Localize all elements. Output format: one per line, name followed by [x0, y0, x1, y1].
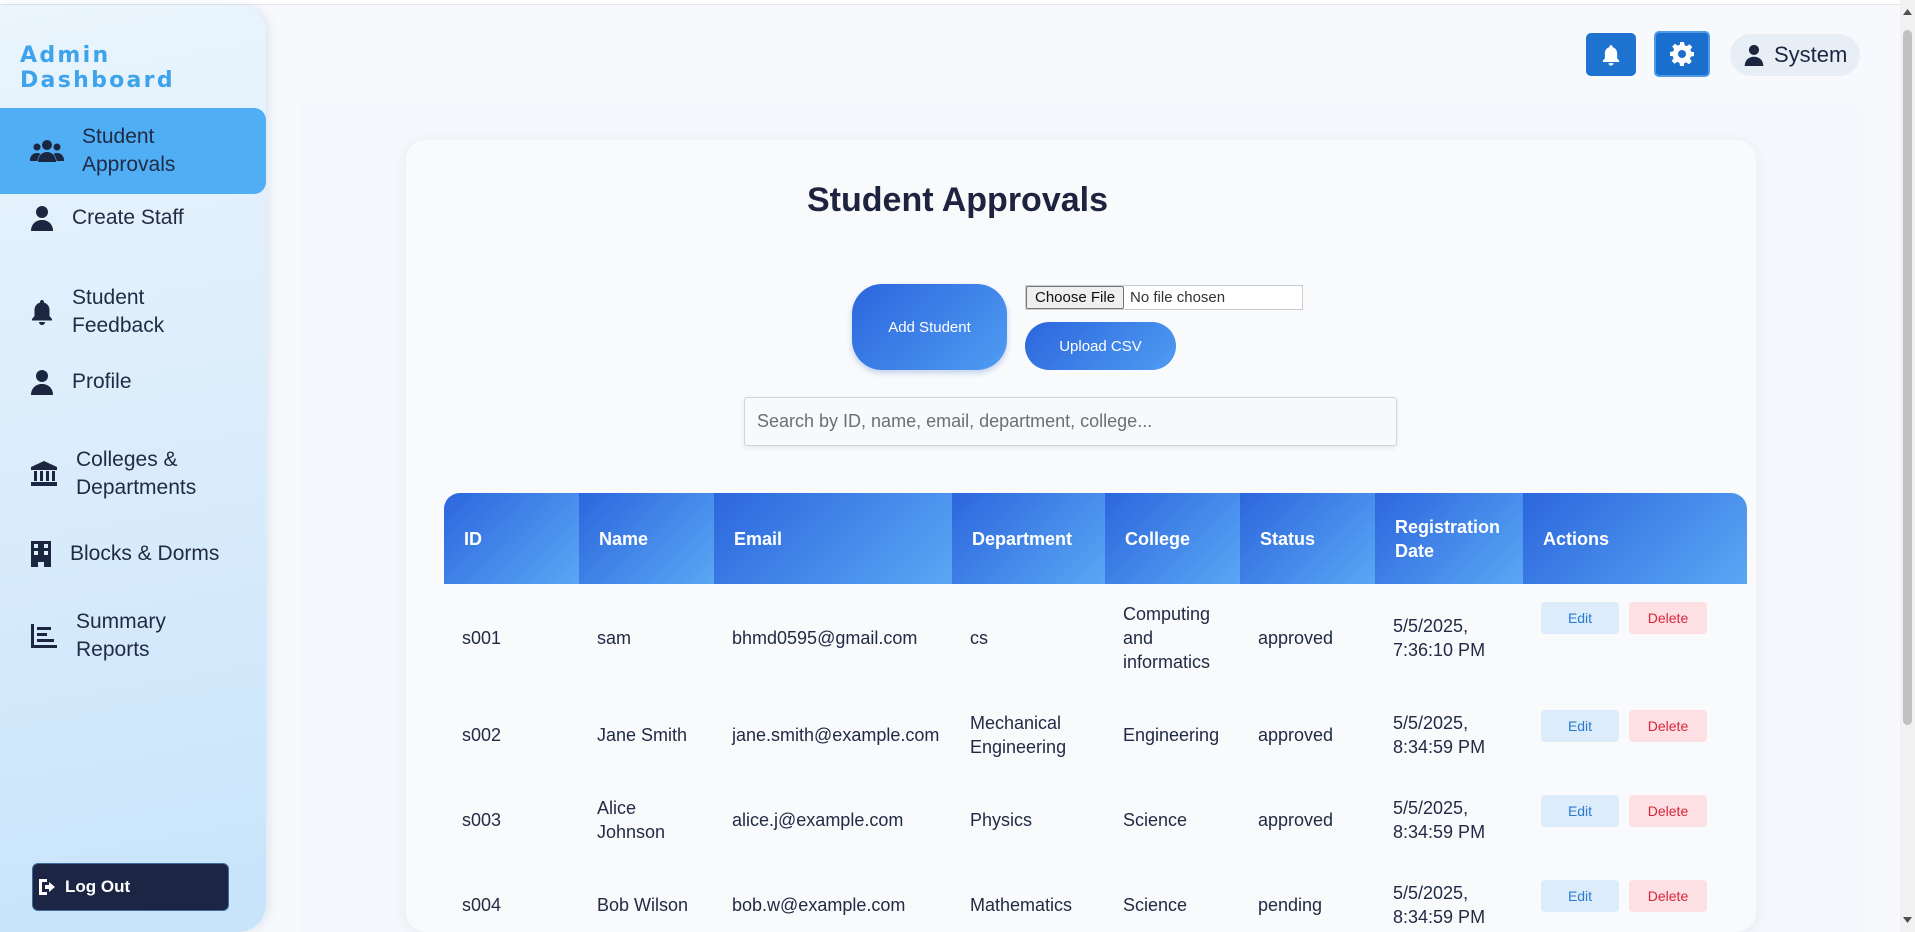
cell-actions: Edit Delete — [1523, 862, 1747, 932]
sidebar-item-label: Student Approvals — [82, 125, 176, 176]
cell-status: approved — [1258, 809, 1334, 830]
sidebar-item-summary-reports[interactable]: Summary Reports — [0, 593, 266, 679]
column-header-actions: Actions — [1523, 493, 1747, 584]
students-table: ID Name Email Department College Status … — [444, 493, 1747, 932]
column-header-department: Department — [952, 493, 1105, 584]
add-student-button[interactable]: Add Student — [852, 284, 1007, 370]
cell-status: approved — [1258, 724, 1334, 745]
choose-file-button[interactable]: Choose File — [1026, 286, 1125, 309]
cell-actions: Edit Delete — [1523, 584, 1747, 692]
sidebar-item-profile[interactable]: Profile — [0, 353, 266, 411]
logout-button[interactable]: Log Out — [32, 863, 229, 911]
column-header-id: ID — [444, 493, 579, 584]
cell-email: bob.w@example.com — [732, 894, 906, 915]
table-row: s004 Bob Wilson bob.w@example.com Mathem… — [444, 862, 1747, 932]
page-title: Student Approvals — [807, 181, 1108, 219]
table-header: ID Name Email Department College Status … — [444, 493, 1747, 584]
cell-registration-date: 5/5/2025, 8:34:59 PM — [1393, 712, 1486, 757]
cell-registration-date: 5/5/2025, 8:34:59 PM — [1393, 882, 1486, 927]
csv-file-input[interactable]: Choose File No file chosen — [1025, 285, 1303, 310]
column-header-email: Email — [714, 493, 952, 584]
bell-icon — [30, 295, 54, 329]
chart-icon — [30, 619, 58, 653]
cell-name: Alice Johnson — [597, 797, 666, 842]
sidebar-item-label: Summary Reports — [76, 610, 166, 661]
cell-email: bhmd0595@gmail.com — [732, 628, 918, 648]
delete-button[interactable]: Delete — [1629, 602, 1707, 634]
edit-button[interactable]: Edit — [1541, 880, 1619, 912]
upload-csv-button[interactable]: Upload CSV — [1025, 322, 1176, 370]
sidebar: Admin Dashboard Student Approvals Create… — [0, 5, 266, 932]
page-scrollbar[interactable] — [1900, 0, 1915, 932]
gear-icon — [1670, 42, 1694, 66]
logout-label: Log Out — [65, 877, 131, 896]
table-row: s003 Alice Johnson alice.j@example.com P… — [444, 777, 1747, 862]
scroll-up-arrow-icon[interactable] — [1902, 6, 1913, 17]
delete-button[interactable]: Delete — [1629, 880, 1707, 912]
sidebar-item-label: Blocks & Dorms — [70, 542, 220, 565]
cell-department: Mathematics — [970, 894, 1073, 915]
column-header-registration-date: Registration Date — [1375, 493, 1523, 584]
users-icon — [30, 134, 64, 168]
cell-college: Computing and informatics — [1123, 604, 1211, 672]
sidebar-item-student-feedback[interactable]: Student Feedback — [0, 269, 266, 355]
column-header-status: Status — [1240, 493, 1375, 584]
cell-email: alice.j@example.com — [732, 809, 904, 830]
user-menu[interactable]: System — [1730, 34, 1860, 76]
cell-department: cs — [970, 628, 988, 648]
window-top-border — [0, 0, 1900, 5]
cell-college: Science — [1123, 809, 1188, 830]
scroll-down-arrow-icon[interactable] — [1902, 914, 1913, 925]
cell-registration-date: 5/5/2025, 8:34:59 PM — [1393, 797, 1486, 842]
sidebar-item-label: Student Feedback — [72, 286, 165, 337]
cell-name: Bob Wilson — [597, 894, 689, 915]
cell-college: Engineering — [1123, 724, 1220, 745]
cell-id: s002 — [462, 724, 502, 745]
sidebar-item-label: Colleges & Departments — [76, 448, 197, 499]
building-icon — [30, 537, 52, 571]
cell-department: Mechanical Engineering — [970, 712, 1067, 757]
scrollbar-thumb[interactable] — [1903, 30, 1912, 725]
column-header-name: Name — [579, 493, 714, 584]
cell-actions: Edit Delete — [1523, 777, 1747, 862]
cell-id: s001 — [462, 628, 502, 648]
user-icon — [1744, 44, 1764, 66]
cell-name: sam — [597, 628, 632, 648]
table-row: s001 sam bhmd0595@gmail.com cs Computing… — [444, 584, 1747, 692]
sidebar-item-label: Profile — [72, 370, 132, 393]
bank-icon — [30, 457, 58, 491]
sidebar-brand: Admin Dashboard — [20, 43, 175, 93]
file-status: No file chosen — [1130, 289, 1226, 306]
user-name: System — [1774, 42, 1848, 67]
notifications-button[interactable] — [1586, 33, 1636, 76]
settings-button[interactable] — [1654, 31, 1710, 77]
edit-button[interactable]: Edit — [1541, 710, 1619, 742]
user-icon — [30, 365, 54, 399]
sidebar-item-colleges-departments[interactable]: Colleges & Departments — [0, 431, 266, 517]
delete-button[interactable]: Delete — [1629, 795, 1707, 827]
table-row: s002 Jane Smith jane.smith@example.com M… — [444, 692, 1747, 777]
cell-status: approved — [1258, 628, 1334, 648]
cell-department: Physics — [970, 809, 1033, 830]
cell-id: s003 — [462, 809, 502, 830]
delete-button[interactable]: Delete — [1629, 710, 1707, 742]
sidebar-item-blocks-dorms[interactable]: Blocks & Dorms — [0, 525, 266, 583]
cell-status: pending — [1258, 894, 1323, 915]
cell-name: Jane Smith — [597, 724, 688, 745]
cell-college: Science — [1123, 894, 1188, 915]
bell-icon — [1602, 44, 1620, 66]
edit-button[interactable]: Edit — [1541, 602, 1619, 634]
cell-id: s004 — [462, 894, 502, 915]
edit-button[interactable]: Edit — [1541, 795, 1619, 827]
cell-email: jane.smith@example.com — [732, 724, 940, 745]
column-header-college: College — [1105, 493, 1240, 584]
cell-registration-date: 5/5/2025, 7:36:10 PM — [1393, 616, 1486, 660]
search-input[interactable] — [744, 397, 1397, 446]
cell-actions: Edit Delete — [1523, 692, 1747, 777]
logout-icon — [37, 875, 61, 899]
